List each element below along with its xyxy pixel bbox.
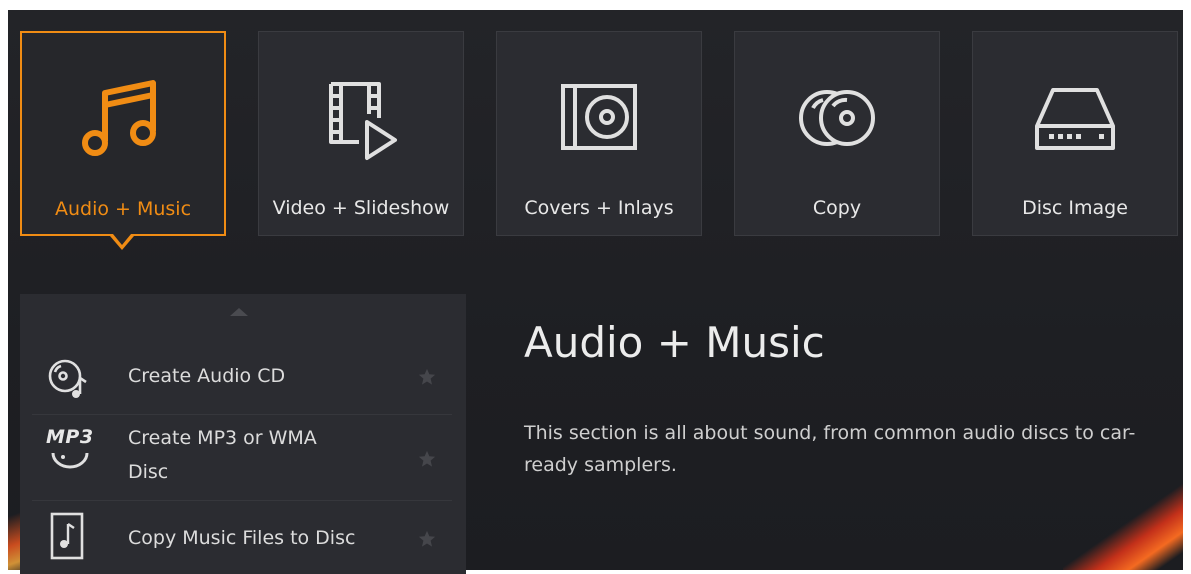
category-label: Copy: [812, 197, 862, 219]
copy-discs-icon: [799, 90, 875, 146]
screenshot-border-left: [0, 0, 8, 574]
task-label: Create Audio CD: [128, 365, 286, 387]
category-tile-video-slideshow[interactable]: Video + Slideshow: [258, 31, 464, 236]
task-item-copy-music-files[interactable]: Copy Music Files to Disc: [20, 506, 466, 566]
task-label-line2: Disc: [128, 461, 169, 483]
music-file-icon: [50, 512, 84, 560]
task-divider: [32, 414, 452, 415]
favorite-star-icon[interactable]: [418, 530, 436, 548]
task-label-line1: Create MP3 or WMA: [128, 427, 317, 449]
task-item-create-audio-cd[interactable]: Create Audio CD: [20, 352, 466, 410]
task-divider: [32, 500, 452, 501]
music-notes-icon: [82, 80, 156, 156]
favorite-star-icon[interactable]: [418, 450, 436, 468]
task-label: Copy Music Files to Disc: [128, 527, 356, 549]
category-label: Audio + Music: [54, 198, 192, 220]
section-description: This section is all about sound, from co…: [524, 422, 1136, 476]
favorite-star-icon[interactable]: [418, 368, 436, 386]
section-title: Audio + Music: [524, 318, 825, 367]
mp3-disc-icon: MP3: [46, 426, 96, 476]
category-label: Covers + Inlays: [524, 197, 674, 219]
category-tile-covers-inlays[interactable]: Covers + Inlays: [496, 31, 702, 236]
selected-tile-pointer-fill: [113, 234, 131, 245]
category-label: Video + Slideshow: [272, 197, 450, 219]
task-list-panel: Create Audio CD MP3 Create MP3 or WMA Di…: [20, 294, 466, 574]
video-film-icon: [329, 82, 397, 160]
category-tile-copy[interactable]: Copy: [734, 31, 940, 236]
disc-drive-icon: [1035, 88, 1115, 150]
disc-cover-icon: [561, 84, 637, 150]
category-tile-audio-music[interactable]: Audio + Music: [20, 31, 226, 236]
audio-cd-icon: [48, 359, 87, 398]
category-tile-disc-image[interactable]: Disc Image: [972, 31, 1178, 236]
scroll-up-arrow-icon[interactable]: [230, 308, 248, 316]
mp3-icon-text: MP3: [46, 426, 94, 448]
smile-arc-icon: [51, 452, 89, 469]
decorative-flare-right: [1063, 480, 1183, 570]
screenshot-border-right: [1183, 0, 1191, 574]
screenshot-border-top: [0, 0, 1191, 10]
category-label: Disc Image: [1022, 197, 1128, 219]
task-item-create-mp3-wma-disc[interactable]: MP3 Create MP3 or WMA Disc: [20, 422, 466, 496]
